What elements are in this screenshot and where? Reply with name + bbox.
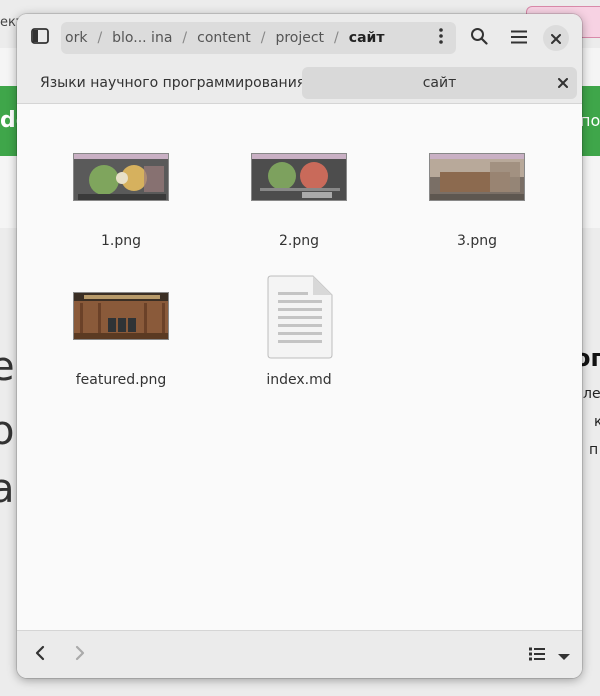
close-icon bbox=[551, 29, 561, 48]
file-name: index.md bbox=[266, 372, 332, 388]
path-menu-button[interactable] bbox=[426, 23, 456, 53]
chevron-right-icon bbox=[75, 645, 85, 665]
background-text-right: к bbox=[594, 414, 600, 430]
forward-button[interactable] bbox=[63, 638, 97, 672]
image-thumbnail bbox=[73, 292, 169, 340]
header-bar: ork / blo... ina / content / project / с… bbox=[17, 14, 582, 62]
view-mode-split-button bbox=[522, 639, 576, 671]
chevron-down-icon bbox=[558, 646, 570, 665]
background-text-right: п bbox=[589, 442, 599, 458]
document-icon bbox=[267, 275, 333, 359]
image-thumbnail bbox=[429, 153, 525, 201]
file-item-2-png[interactable]: 2.png bbox=[234, 153, 364, 253]
path-bar: ork / blo... ina / content / project / с… bbox=[61, 22, 456, 54]
file-item-3-png[interactable]: 3.png bbox=[412, 153, 542, 253]
background-text-right: лен bbox=[583, 386, 600, 402]
list-view-button[interactable] bbox=[522, 640, 552, 670]
chevron-left-icon bbox=[35, 645, 45, 665]
file-item-featured-png[interactable]: featured.png bbox=[56, 292, 186, 392]
path-crumb-current[interactable]: сайт bbox=[339, 30, 395, 46]
file-item-1-png[interactable]: 1.png bbox=[56, 153, 186, 253]
tab-bar: Языки научного программирования сайт bbox=[17, 62, 582, 104]
file-chooser-dialog: ork / blo... ina / content / project / с… bbox=[17, 14, 582, 678]
view-options-dropdown[interactable] bbox=[552, 640, 576, 670]
sidebar-icon bbox=[31, 28, 49, 48]
image-thumbnail bbox=[251, 153, 347, 201]
search-button[interactable] bbox=[462, 21, 496, 55]
close-button[interactable] bbox=[543, 25, 569, 51]
file-item-index-md[interactable]: index.md bbox=[234, 275, 364, 395]
file-name: 1.png bbox=[100, 233, 141, 249]
path-crumb[interactable]: ork bbox=[61, 30, 97, 46]
search-icon bbox=[470, 27, 488, 49]
tab-site[interactable]: сайт bbox=[302, 67, 577, 99]
bottom-bar bbox=[17, 630, 582, 678]
file-name: featured.png bbox=[75, 372, 167, 388]
file-name: 3.png bbox=[456, 233, 497, 249]
back-button[interactable] bbox=[23, 638, 57, 672]
close-icon bbox=[558, 78, 568, 88]
path-crumb[interactable]: blo... ina bbox=[102, 30, 182, 46]
hamburger-icon bbox=[511, 29, 527, 48]
image-thumbnail bbox=[73, 153, 169, 201]
list-view-icon bbox=[529, 646, 545, 665]
path-crumb[interactable]: content bbox=[187, 30, 261, 46]
sidebar-toggle-button[interactable] bbox=[23, 21, 57, 55]
file-grid: 1.png 2.png 3.png featured.png index.md bbox=[17, 105, 582, 630]
tab-label: Языки научного программирования bbox=[40, 75, 306, 91]
path-crumb[interactable]: project bbox=[265, 30, 334, 46]
main-menu-button[interactable] bbox=[502, 21, 536, 55]
vertical-dots-icon bbox=[439, 28, 443, 48]
tab-label: сайт bbox=[422, 75, 457, 91]
file-name: 2.png bbox=[278, 233, 319, 249]
tab-science-languages[interactable]: Языки научного программирования bbox=[29, 67, 305, 99]
tab-close-button[interactable] bbox=[555, 75, 571, 91]
